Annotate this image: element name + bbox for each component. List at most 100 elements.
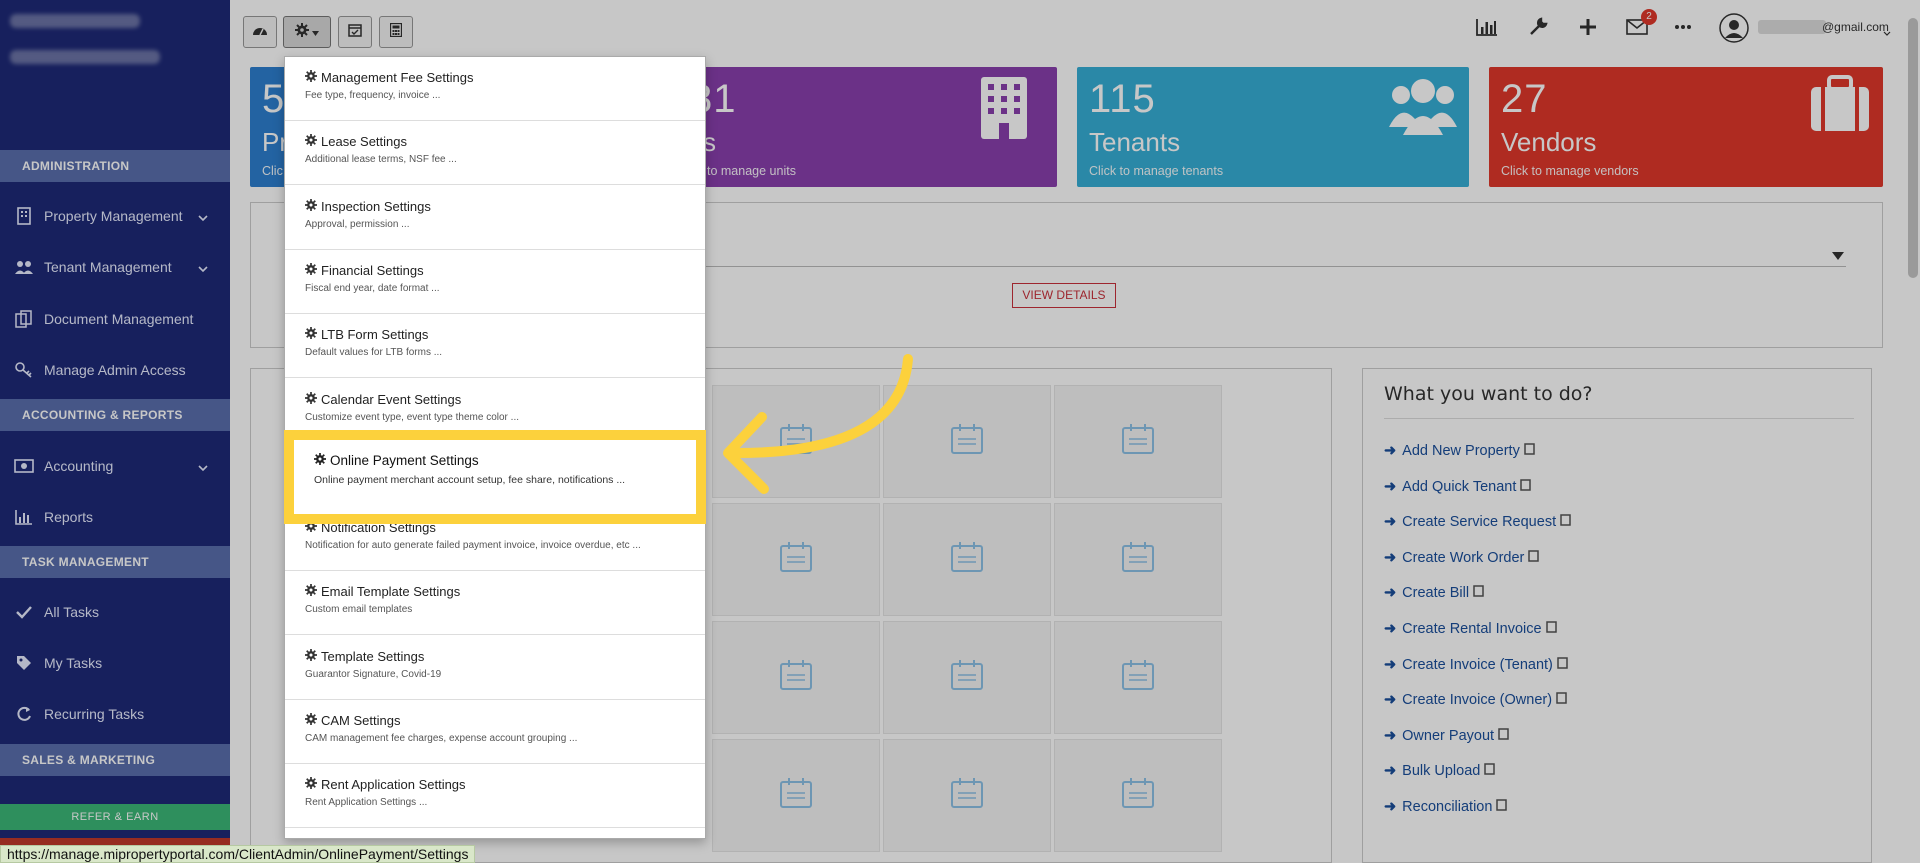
gear-icon <box>305 262 321 278</box>
user-email[interactable]: @gmail.com <box>1822 20 1889 34</box>
settings-dropdown-button[interactable] <box>283 16 331 48</box>
dashboard-gauge-icon <box>252 23 268 41</box>
sidebar-item-accounting[interactable]: Accounting <box>0 444 230 488</box>
calendar-day-cell[interactable] <box>1054 503 1222 616</box>
caret-down-icon <box>312 23 319 41</box>
calendar-day-cell[interactable] <box>883 621 1051 734</box>
refer-and-earn-button[interactable]: REFER & EARN <box>0 804 230 830</box>
calendar-day-cell[interactable] <box>1054 621 1222 734</box>
refresh-icon <box>14 704 34 724</box>
calendar-day-cell[interactable] <box>1054 385 1222 498</box>
quick-action-item[interactable]: ➜ Create Service Request <box>1384 511 1572 533</box>
dropdown-item-description: Guarantor Signature, Covid-19 <box>305 668 442 680</box>
property-select-underline <box>706 266 1846 267</box>
vendors-tile[interactable]: 27 Vendors Click to manage vendors <box>1489 67 1883 187</box>
users-group-icon <box>1389 75 1457 142</box>
plus-icon[interactable] <box>1575 14 1601 40</box>
sidebar-item-tenant-management[interactable]: Tenant Management <box>0 245 230 289</box>
sidebar-item-all-tasks[interactable]: All Tasks <box>0 590 230 634</box>
check-icon <box>14 602 34 622</box>
sidebar-item-document-management[interactable]: Document Management <box>0 297 230 341</box>
user-icon <box>1520 478 1532 495</box>
calendar-day-cell[interactable] <box>883 739 1051 852</box>
calendar-day-cell[interactable] <box>1054 739 1222 852</box>
tile-subtitle: to manage units <box>707 164 796 178</box>
more-options-icon[interactable] <box>1670 14 1696 40</box>
quick-action-item[interactable]: ➜ Create Invoice (Owner) <box>1384 689 1568 711</box>
avatar[interactable] <box>1719 13 1749 43</box>
dropdown-item-financial-settings[interactable]: Financial Settings Fiscal end year, date … <box>285 250 705 314</box>
reports-chart-icon[interactable] <box>1474 14 1500 40</box>
sidebar-item-property-management[interactable]: Property Management <box>0 194 230 238</box>
dropdown-item-inspection-settings[interactable]: Inspection Settings Approval, permission … <box>285 186 705 250</box>
calendar-day-cell[interactable] <box>712 503 880 616</box>
calendar-day-cell[interactable] <box>883 503 1051 616</box>
quick-action-item[interactable]: ➜ Reconciliation <box>1384 796 1508 818</box>
dropdown-item-title: Template Settings <box>321 648 425 664</box>
quick-action-item[interactable]: ➜ Create Bill <box>1384 582 1485 604</box>
dropdown-item-lease-settings[interactable]: Lease Settings Additional lease terms, NS… <box>285 121 705 186</box>
dashboard-button[interactable] <box>243 16 277 48</box>
quick-action-item[interactable]: ➜ Owner Payout <box>1384 725 1510 747</box>
tenants-tile[interactable]: 115 Tenants Click to manage tenants <box>1077 67 1469 187</box>
calendar-icon <box>779 541 813 578</box>
user-menu-chevron-icon[interactable] <box>1883 24 1891 42</box>
copy2-icon <box>1498 728 1510 744</box>
dropdown-item-description: CAM management fee charges, expense acco… <box>305 733 578 744</box>
quick-action-item[interactable]: ➜ Create Rental Invoice <box>1384 618 1558 640</box>
calculator-icon <box>389 22 403 42</box>
dropdown-item-title: Inspection Settings <box>321 198 431 214</box>
dropdown-item-description: Notification for auto generate failed pa… <box>305 540 641 552</box>
gear-icon <box>305 391 321 407</box>
quick-action-label: Create Rental Invoice <box>1402 621 1542 637</box>
quick-action-item[interactable]: ➜ Create Invoice (Tenant) <box>1384 654 1569 676</box>
quick-action-label: Create Service Request <box>1402 514 1557 531</box>
sidebar-item-manage-admin-access[interactable]: Manage Admin Access <box>0 348 230 392</box>
dropdown-item-cam-settings[interactable]: CAM Settings CAM management fee charges, … <box>285 700 705 764</box>
calendar-icon <box>1121 659 1155 696</box>
dropdown-item-online-payment-settings[interactable]: Online Payment Settings Online payment m… <box>284 430 706 524</box>
gear-icon <box>305 584 321 599</box>
quick-action-item[interactable]: ➜ Create Work Order <box>1384 547 1540 569</box>
calendar-day-cell[interactable] <box>712 739 880 852</box>
calculator-button[interactable] <box>379 16 413 48</box>
documents-icon <box>14 309 34 329</box>
apartment-building-icon <box>979 75 1029 146</box>
page-scrollbar[interactable] <box>1908 18 1918 278</box>
pointer-arrow-icon <box>723 354 913 494</box>
quick-action-item[interactable]: ➜ Bulk Upload <box>1384 760 1496 782</box>
sidebar-item-label: Accounting <box>44 458 114 474</box>
arrow-right-icon: ➜ <box>1384 443 1397 459</box>
sidebar-item-label: All Tasks <box>44 604 99 620</box>
tag-icon <box>14 653 34 673</box>
sidebar-section-administration: ADMINISTRATION <box>0 150 230 182</box>
calendar-button[interactable] <box>338 16 372 48</box>
quick-action-label: Add Quick Tenant <box>1402 478 1517 495</box>
dropdown-item-ltb-form-settings[interactable]: LTB Form Settings Default values for LTB … <box>285 314 705 379</box>
arrow-right-icon: ➜ <box>1384 514 1397 531</box>
dropdown-item-template-settings[interactable]: Template Settings Guarantor Signature, Co… <box>285 636 705 700</box>
wrench-icon[interactable] <box>1525 14 1551 40</box>
view-details-button[interactable]: VIEW DETAILS <box>1012 283 1116 308</box>
calendar-day-cell[interactable] <box>712 621 880 734</box>
dropdown-item-email-template-settings[interactable]: Email Template Settings Custom email temp… <box>285 571 705 636</box>
dropdown-item-rent-application-settings[interactable]: Rent Application Settings Rent Applicatio… <box>285 764 705 829</box>
tile-label: Tenants <box>1089 127 1181 157</box>
sidebar-item-reports[interactable]: Reports <box>0 495 230 539</box>
sidebar-item-my-tasks[interactable]: My Tasks <box>0 641 230 685</box>
dropdown-item-description: Additional lease terms, NSF fee ... <box>305 154 457 166</box>
dropdown-item-description: Fee type, frequency, invoice ... <box>305 90 441 101</box>
quick-actions-title: What you want to do? <box>1384 383 1593 405</box>
dropdown-item-management-fee-settings[interactable]: Management Fee Settings Fee type, frequen… <box>285 57 705 121</box>
sidebar-item-recurring-tasks[interactable]: Recurring Tasks <box>0 692 230 736</box>
quick-action-item[interactable]: ➜ Add Quick Tenant <box>1384 476 1532 498</box>
quick-action-item[interactable]: ➜ Add New Property <box>1384 440 1536 462</box>
sidebar-item-label: Property Management <box>44 208 183 224</box>
sidebar-section-sales-marketing: SALES & MARKETING <box>0 744 230 776</box>
copy-icon <box>1557 656 1569 673</box>
calendar-icon <box>779 777 813 814</box>
select-caret-icon[interactable] <box>1832 247 1844 265</box>
calendar-icon <box>1121 777 1155 814</box>
units-tile[interactable]: 81 its to manage units <box>680 67 1057 187</box>
quick-action-label: Create Invoice (Tenant) <box>1402 656 1553 673</box>
